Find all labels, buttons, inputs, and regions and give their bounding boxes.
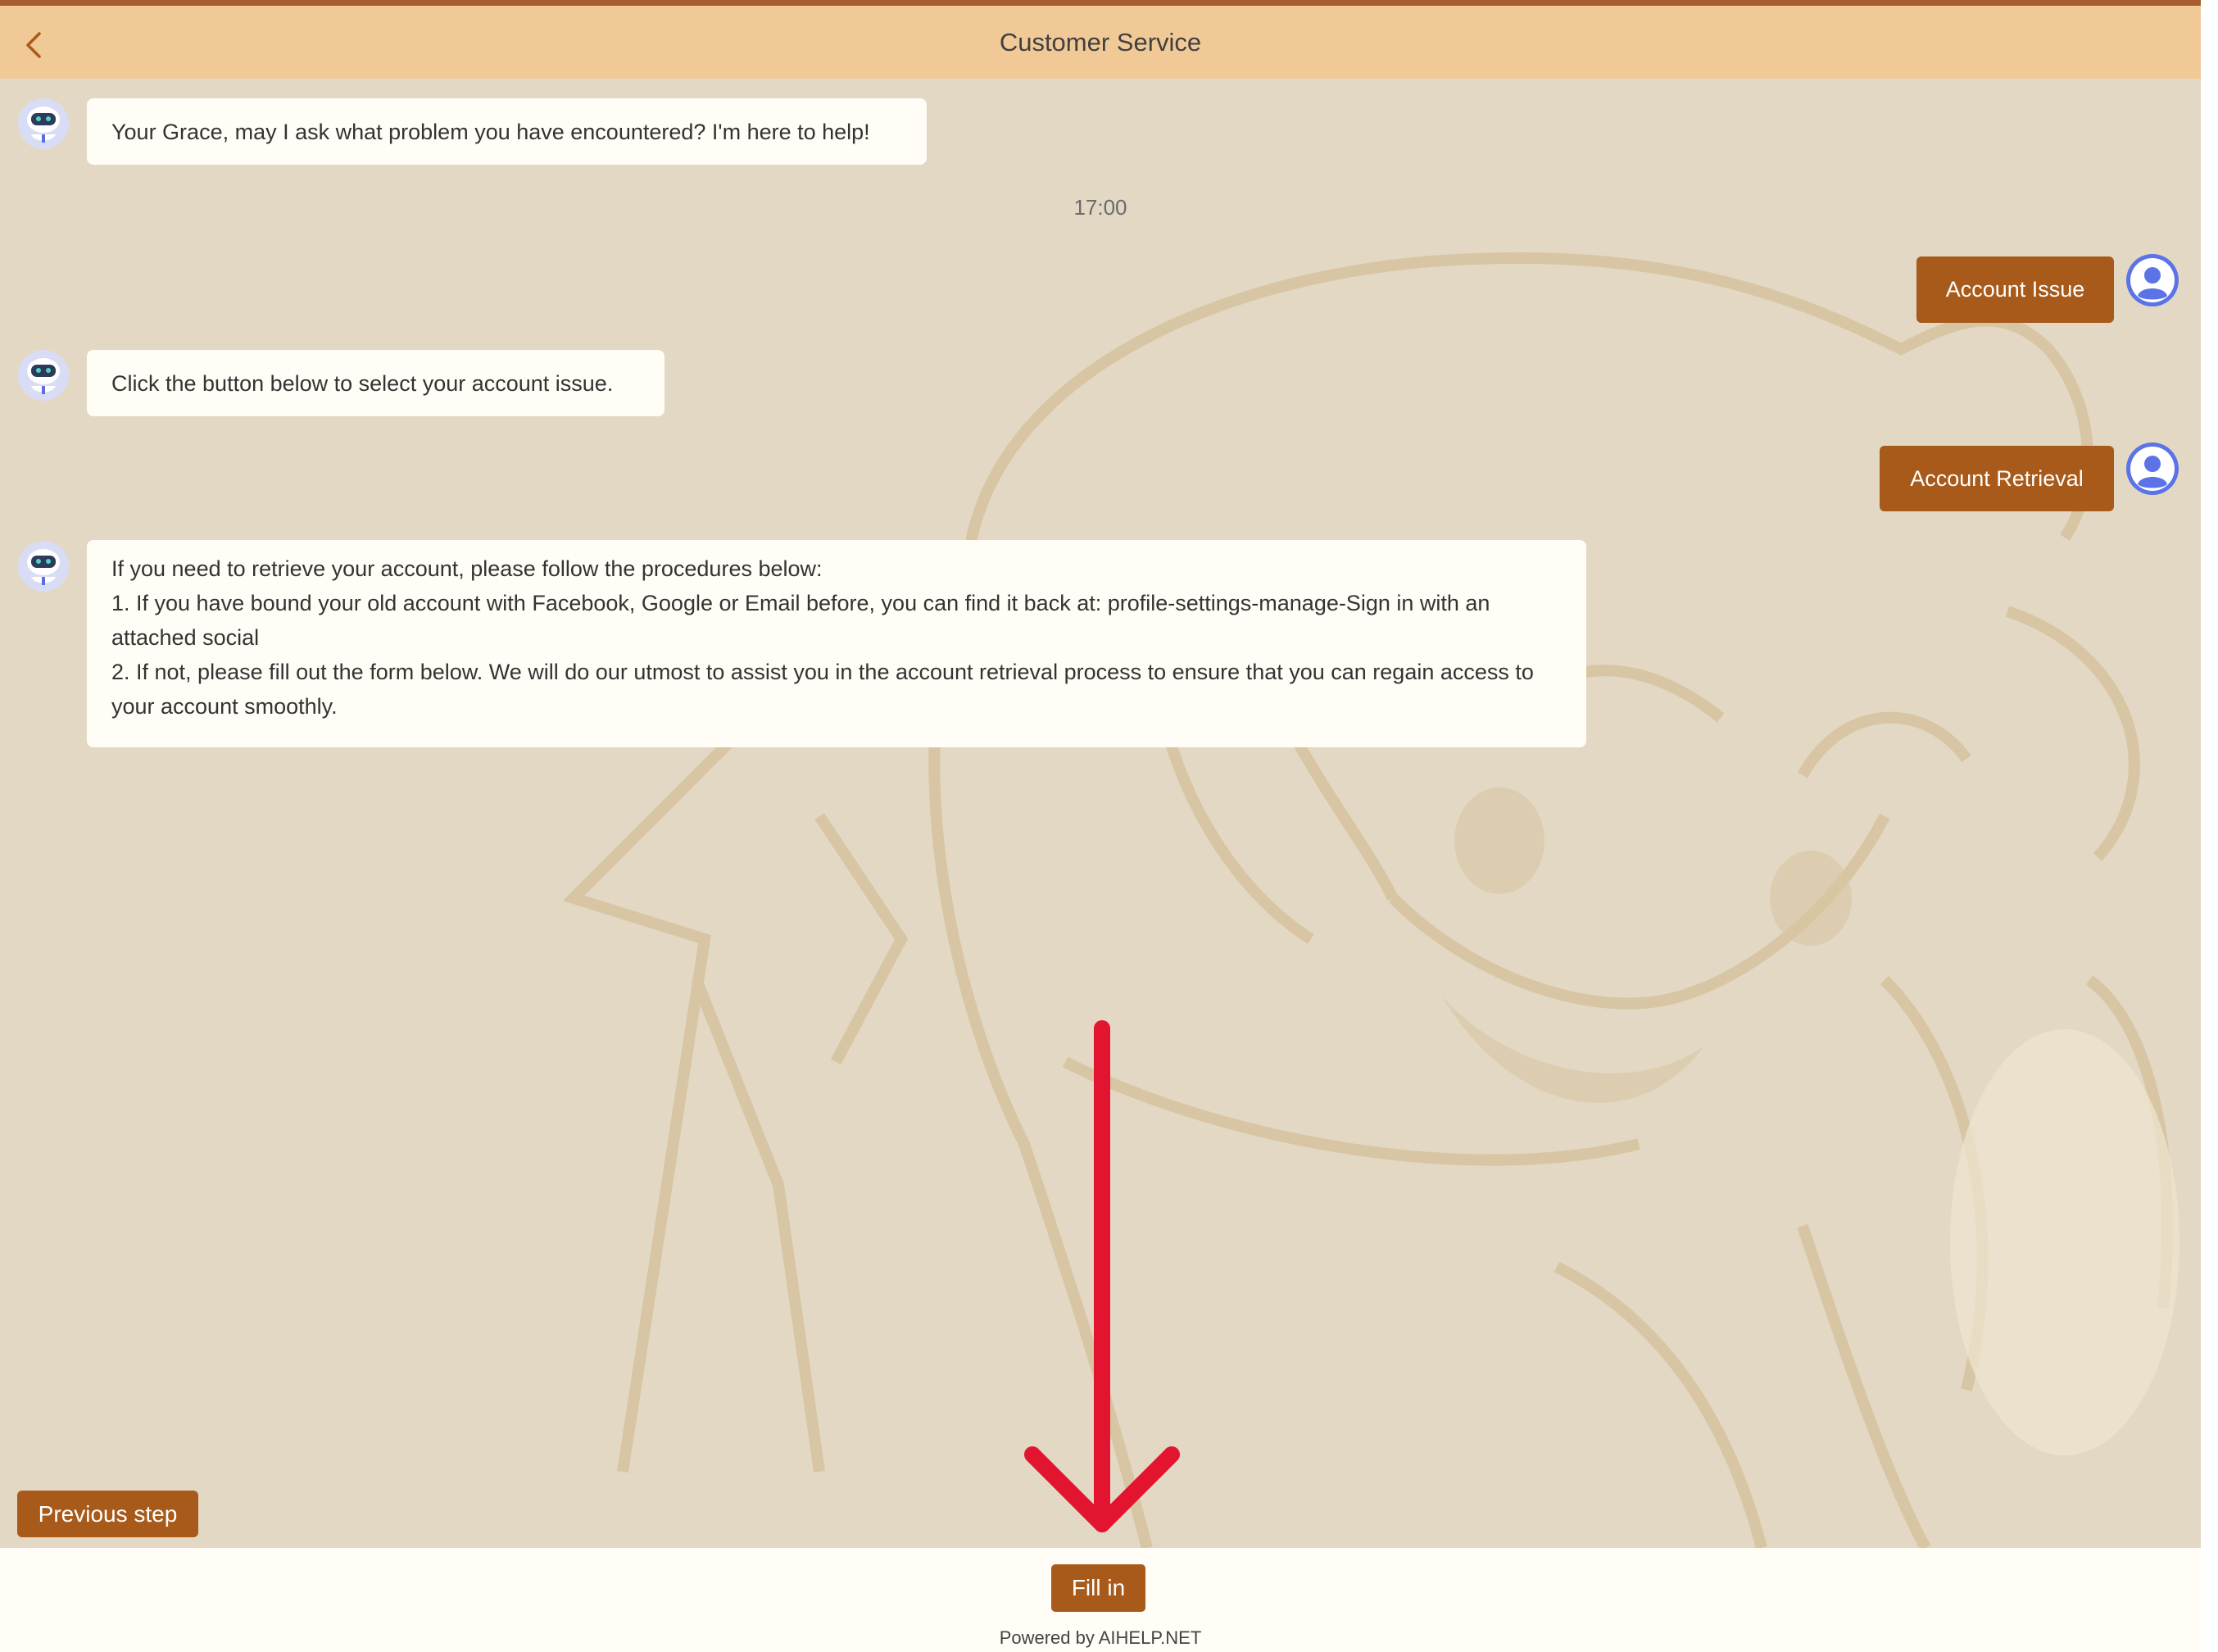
- bot-message-bubble: Click the button below to select your ac…: [87, 350, 664, 416]
- bot-message-line: If you need to retrieve your account, pl…: [111, 556, 823, 581]
- user-message-text: Account Retrieval: [1910, 465, 2084, 491]
- user-message-text: Account Issue: [1945, 277, 2085, 302]
- user-message-bubble: Account Issue: [1916, 256, 2114, 323]
- right-edge: [2201, 0, 2218, 1652]
- bot-avatar-icon: [18, 541, 69, 592]
- page-title: Customer Service: [999, 27, 1202, 57]
- bot-avatar-icon: [18, 350, 69, 401]
- fill-in-button[interactable]: Fill in: [1051, 1564, 1145, 1612]
- header-bar: Customer Service: [0, 6, 2201, 79]
- customer-service-app: Customer Service Your Grace, may I ask w…: [0, 0, 2201, 1652]
- bot-message-text: Click the button below to select your ac…: [111, 370, 614, 396]
- user-message-bubble: Account Retrieval: [1880, 446, 2114, 511]
- bot-avatar-icon: [18, 98, 69, 149]
- chevron-left-icon[interactable]: [18, 29, 51, 61]
- previous-step-button[interactable]: Previous step: [17, 1491, 198, 1537]
- user-avatar-icon: [2126, 442, 2179, 495]
- footer-bar: Fill in Powered by AIHELP.NET: [0, 1548, 2201, 1652]
- user-avatar-icon: [2126, 254, 2179, 306]
- bot-message-bubble: Your Grace, may I ask what problem you h…: [87, 98, 927, 165]
- bot-message-line: 1. If you have bound your old account wi…: [111, 591, 1490, 650]
- top-accent-bar: [0, 0, 2201, 6]
- bot-message-line: 2. If not, please fill out the form belo…: [111, 660, 1534, 719]
- bot-message-bubble: If you need to retrieve your account, pl…: [87, 540, 1586, 747]
- arrow-down-icon: [1024, 1020, 1180, 1532]
- bot-message-text: Your Grace, may I ask what problem you h…: [111, 119, 870, 144]
- chat-timestamp: 17:00: [1073, 195, 1127, 220]
- powered-by-label: Powered by AIHELP.NET: [999, 1627, 1202, 1648]
